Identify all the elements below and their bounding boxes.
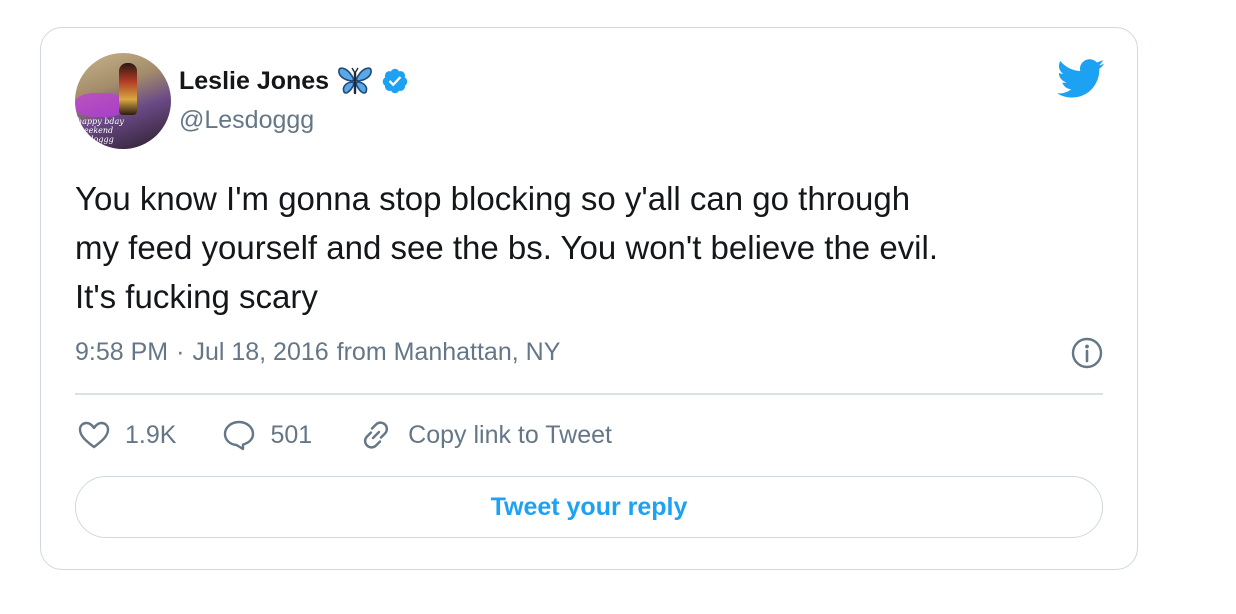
avatar-caption: happy bday weekend lesdoggg	[77, 117, 124, 144]
reply-count-button[interactable]: 501	[222, 419, 312, 451]
like-count: 1.9K	[125, 420, 177, 449]
author-display-name[interactable]: Leslie Jones	[179, 67, 329, 96]
tweet-card: happy bday weekend lesdoggg Leslie Jones…	[40, 27, 1138, 570]
meta-separator: ·	[176, 338, 185, 366]
info-icon[interactable]	[1071, 337, 1103, 369]
link-icon	[358, 418, 394, 452]
copy-link-button[interactable]: Copy link to Tweet	[358, 418, 612, 452]
reply-count: 501	[270, 420, 313, 449]
author-handle[interactable]: @Lesdoggg	[179, 106, 314, 135]
tweet-date[interactable]: Jul 18, 2016	[192, 338, 328, 367]
avatar-glow	[75, 93, 125, 117]
comment-icon	[222, 419, 256, 451]
tweet-your-reply-button[interactable]: Tweet your reply	[75, 476, 1103, 538]
butterfly-icon	[337, 65, 373, 97]
tweet-actions: 1.9K 501 Copy link to Tweet	[77, 416, 658, 454]
copy-link-label: Copy link to Tweet	[408, 420, 612, 449]
author-name-row[interactable]: Leslie Jones	[179, 64, 409, 98]
avatar-figure	[119, 63, 137, 115]
tweet-text: You know I'm gonna stop blocking so y'al…	[75, 180, 939, 315]
tweet-location: from Manhattan, NY	[336, 338, 561, 366]
tweet-metadata: 9:58 PM · Jul 18, 2016 from Manhattan, N…	[75, 338, 560, 367]
like-button[interactable]: 1.9K	[77, 420, 176, 450]
avatar[interactable]: happy bday weekend lesdoggg	[75, 53, 171, 149]
verified-badge-icon	[381, 67, 409, 95]
twitter-bird-icon[interactable]	[1056, 58, 1105, 100]
heart-icon	[77, 420, 111, 450]
tweet-time[interactable]: 9:58 PM	[75, 338, 168, 367]
divider	[75, 393, 1103, 395]
